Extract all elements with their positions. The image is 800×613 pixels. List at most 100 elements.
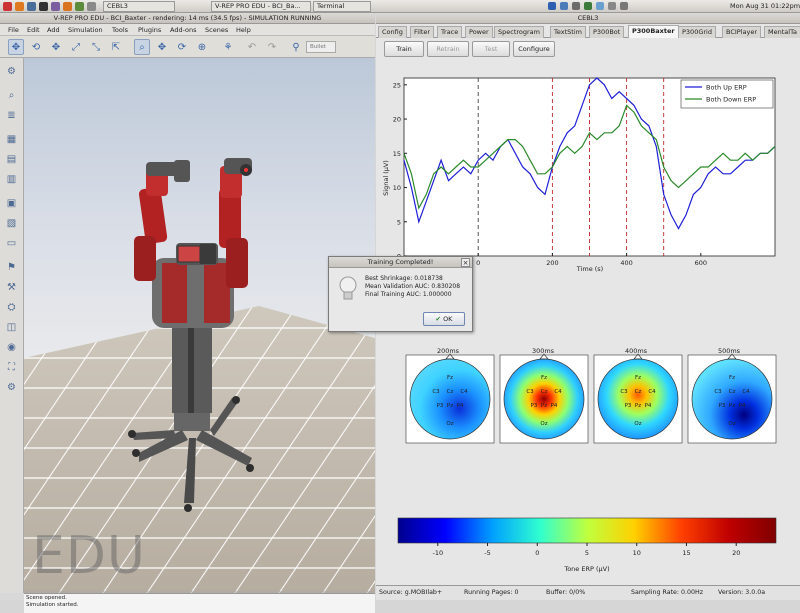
- fit-view-icon[interactable]: ⤡: [88, 39, 104, 55]
- electrode-label: Cz: [635, 389, 642, 395]
- bluetooth-icon[interactable]: [548, 2, 556, 10]
- physics-engine-icon[interactable]: ⚲: [288, 39, 304, 55]
- settings-icon[interactable]: ⚙: [4, 380, 19, 395]
- launcher-icon[interactable]: [51, 2, 60, 11]
- calc-modules-icon[interactable]: ⚒: [4, 280, 19, 295]
- files-icon[interactable]: [27, 2, 36, 11]
- electrode-label: C4: [460, 389, 468, 395]
- cebl-status-bar: Source: g.MOBIlab+ Running Pages: 0 Buff…: [376, 585, 800, 600]
- menu-plugins[interactable]: Plugins: [138, 26, 161, 34]
- camera-angle-icon[interactable]: ⇱: [108, 39, 124, 55]
- launcher-icon[interactable]: [87, 2, 96, 11]
- scene-render: [24, 158, 375, 593]
- electrode-label: Pz: [541, 403, 547, 409]
- firefox-icon[interactable]: [15, 2, 24, 11]
- scene-view[interactable]: EDU: [24, 58, 375, 593]
- assembly-icon[interactable]: ⊕: [194, 39, 210, 55]
- retrain-button[interactable]: Retrain: [427, 41, 469, 57]
- status-line: Simulation started.: [26, 602, 79, 608]
- tab-mentaltask[interactable]: MentalTa: [764, 26, 800, 38]
- monitor-icon[interactable]: [572, 2, 580, 10]
- tab-power[interactable]: Power: [465, 26, 493, 38]
- network-icon[interactable]: [560, 2, 568, 10]
- app-menu-icon[interactable]: [3, 2, 12, 11]
- battery-icon[interactable]: [584, 2, 592, 10]
- menu-edit[interactable]: Edit: [27, 26, 40, 34]
- colorbar-gradient: [397, 517, 777, 544]
- sensor-icon[interactable]: ◉: [4, 340, 19, 355]
- search-icon[interactable]: ⌕: [4, 88, 19, 103]
- electrode-label: P4: [551, 403, 558, 409]
- translate-object-icon[interactable]: ✥: [154, 39, 170, 55]
- tab-spectrogram[interactable]: Spectrogram: [494, 26, 544, 38]
- dialog-title: Training Completed!: [329, 257, 472, 268]
- tray-icon[interactable]: [608, 2, 616, 10]
- tab-filter[interactable]: Filter: [410, 26, 435, 38]
- hierarchy-icon[interactable]: ▣: [4, 196, 19, 211]
- electrode-label: C4: [742, 389, 750, 395]
- object-properties-icon[interactable]: ⚑: [4, 260, 19, 275]
- tab-textstim[interactable]: TextStim: [550, 26, 586, 38]
- camera-icon[interactable]: ▧: [4, 216, 19, 231]
- colorbar-tick-label: 15: [682, 549, 690, 557]
- train-button[interactable]: Train: [384, 41, 424, 57]
- menu-help[interactable]: Help: [236, 26, 251, 34]
- erp-legend: Both Up ERP Both Down ERP: [680, 79, 774, 109]
- vlc-icon[interactable]: [63, 2, 72, 11]
- colorbar-tick-label: -5: [484, 549, 490, 557]
- tab-config[interactable]: Config: [378, 26, 407, 38]
- tab-p300baxter[interactable]: P300Baxter: [628, 25, 679, 38]
- electrode-label: C3: [526, 389, 534, 395]
- y-tick-label: 25: [393, 81, 401, 89]
- selection-icon[interactable]: ◫: [4, 320, 19, 335]
- colorbar-label: Tone ERP (μV): [563, 565, 609, 573]
- menu-add[interactable]: Add: [47, 26, 60, 34]
- tray-icon[interactable]: [620, 2, 628, 10]
- model-browser-icon[interactable]: ▥: [4, 172, 19, 187]
- colorbar-tick-label: 5: [585, 549, 589, 557]
- task-cebl3[interactable]: CEBL3: [103, 1, 175, 12]
- scene-icon[interactable]: ▤: [4, 152, 19, 167]
- electrode-label: P4: [457, 403, 464, 409]
- dialog-icon[interactable]: ▭: [4, 236, 19, 251]
- tab-p300bot[interactable]: P300Bot: [589, 26, 625, 38]
- script-icon[interactable]: ⛭: [4, 300, 19, 315]
- dynamics-icon[interactable]: ⚙: [4, 64, 19, 79]
- rotate-object-icon[interactable]: ⟳: [174, 39, 190, 55]
- redo-icon[interactable]: ↷: [264, 39, 280, 55]
- undo-icon[interactable]: ↶: [244, 39, 260, 55]
- select-icon[interactable]: ⌕: [134, 39, 150, 55]
- task-terminal[interactable]: Terminal: [313, 1, 371, 12]
- camera-rotate-icon[interactable]: ⟲: [28, 39, 44, 55]
- page-icon[interactable]: ▦: [4, 132, 19, 147]
- menu-tools[interactable]: Tools: [112, 26, 128, 34]
- y-tick-label: 15: [393, 150, 401, 158]
- volume-icon[interactable]: [596, 2, 604, 10]
- camera-pan-icon[interactable]: ✥: [8, 39, 24, 55]
- menu-scenes[interactable]: Scenes: [205, 26, 228, 34]
- physics-engine-select[interactable]: Bullet: [306, 41, 336, 53]
- task-vrep[interactable]: V-REP PRO EDU - BCI_Ba...: [211, 1, 311, 12]
- electrode-label: Oz: [540, 421, 547, 427]
- electrode-label: Fz: [635, 375, 641, 381]
- close-icon[interactable]: ×: [461, 258, 470, 267]
- menu-addons[interactable]: Add-ons: [170, 26, 197, 34]
- terminal-launcher-icon[interactable]: [39, 2, 48, 11]
- menu-simulation[interactable]: Simulation: [68, 26, 103, 34]
- tab-bciplayer[interactable]: BCIPlayer: [722, 26, 762, 38]
- topo-panel: 300ms: [499, 347, 589, 444]
- electrode-label: C3: [620, 389, 628, 395]
- ok-button[interactable]: ✔ OK: [423, 312, 465, 326]
- configure-button[interactable]: Configure: [513, 41, 555, 57]
- menu-file[interactable]: File: [8, 26, 19, 34]
- collections-icon[interactable]: ⛶: [4, 360, 19, 375]
- training-dialog: Training Completed! × Best Shrinkage: 0.…: [328, 256, 473, 332]
- tab-p300grid[interactable]: P300Grid: [678, 26, 716, 38]
- launcher-icon[interactable]: [75, 2, 84, 11]
- layers-icon[interactable]: ≣: [4, 108, 19, 123]
- test-button[interactable]: Test: [472, 41, 510, 57]
- camera-shift-icon[interactable]: ✥: [48, 39, 64, 55]
- tab-trace[interactable]: Trace: [437, 26, 463, 38]
- transfer-dna-icon[interactable]: ⚘: [220, 39, 236, 55]
- camera-zoom-icon[interactable]: ⤢: [68, 39, 84, 55]
